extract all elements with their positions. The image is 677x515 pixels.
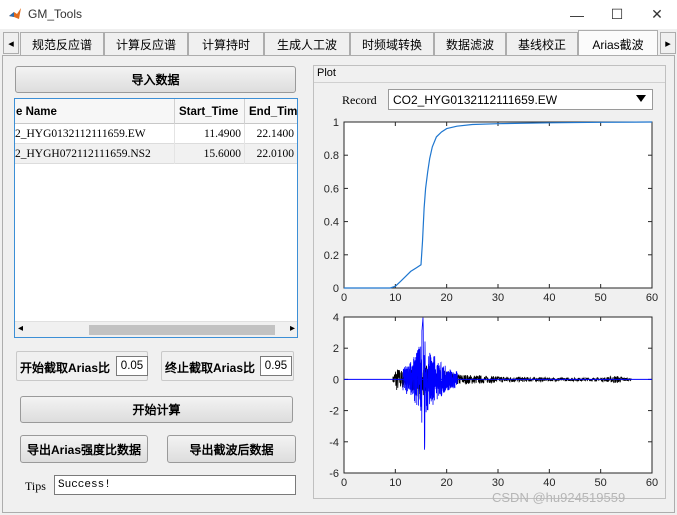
scroll-left-arrow-icon[interactable]: ◂ bbox=[18, 323, 23, 334]
record-label: Record bbox=[342, 93, 377, 107]
x-tick-label: 0 bbox=[341, 292, 347, 304]
table-horizontal-scrollbar[interactable]: ◂ ▸ bbox=[15, 321, 297, 337]
x-tick-label: 40 bbox=[543, 477, 555, 489]
x-tick-label: 0 bbox=[341, 477, 347, 489]
plot-area bbox=[343, 121, 653, 289]
y-tick-label: -2 bbox=[329, 406, 339, 418]
x-tick-label: 60 bbox=[646, 292, 658, 304]
tab-arias-cut[interactable]: Arias截波 bbox=[578, 30, 658, 57]
y-tick-label: 2 bbox=[333, 343, 339, 355]
x-tick-label: 60 bbox=[646, 477, 658, 489]
maximize-button[interactable]: ☐ bbox=[597, 0, 637, 29]
panel-divider bbox=[314, 82, 665, 83]
cell-file-name: 2_HYGH072112111659.NS2 bbox=[15, 144, 175, 164]
table-header: e Name Start_Time End_Time bbox=[15, 99, 297, 124]
x-tick-label: 40 bbox=[543, 292, 555, 304]
x-tick-label: 30 bbox=[492, 477, 504, 489]
start-compute-button[interactable]: 开始计算 bbox=[20, 396, 293, 423]
cell-end-time: 22.0100 bbox=[245, 144, 297, 164]
x-tick-label: 50 bbox=[595, 477, 607, 489]
start-ratio-label: 开始截取Arias比 bbox=[20, 361, 111, 375]
close-button[interactable]: ✕ bbox=[637, 0, 677, 29]
y-tick-label: 0.4 bbox=[324, 217, 339, 229]
y-tick-label: -6 bbox=[329, 468, 339, 480]
x-tick-label: 20 bbox=[441, 477, 453, 489]
record-select-value: CO2_HYG0132112111659.EW bbox=[393, 92, 558, 107]
cell-start-time: 11.4900 bbox=[175, 124, 245, 144]
x-tick-label: 10 bbox=[389, 477, 401, 489]
y-tick-label: 0 bbox=[333, 283, 339, 295]
y-tick-label: 0.6 bbox=[324, 183, 339, 195]
chevron-down-icon[interactable] bbox=[636, 95, 646, 102]
start-ratio-input[interactable]: 0.05 bbox=[116, 356, 148, 376]
cell-start-time: 15.6000 bbox=[175, 144, 245, 164]
import-data-button[interactable]: 导入数据 bbox=[15, 66, 296, 93]
watermark: CSDN @hu924519559 bbox=[492, 490, 626, 505]
tab-scroll-left-button[interactable]: ◂ bbox=[3, 32, 19, 54]
tab-calc-response-spectrum[interactable]: 计算反应谱 bbox=[104, 32, 188, 56]
tab-calc-duration[interactable]: 计算持时 bbox=[188, 32, 264, 56]
tab-scroll-right-button[interactable]: ▸ bbox=[660, 32, 676, 54]
tab-strip: ◂ 规范反应谱 计算反应谱 计算持时 生成人工波 时频域转换 数据滤波 基线校正… bbox=[0, 30, 677, 57]
waveform-chart: 0 10 20 30 40 50 60 -6 -4 -2 0 2 4 bbox=[329, 312, 658, 489]
plot-panel-title: Plot bbox=[317, 67, 336, 79]
y-tick-label: 0 bbox=[333, 374, 339, 386]
x-tick-label: 20 bbox=[441, 292, 453, 304]
scroll-right-arrow-icon[interactable]: ▸ bbox=[290, 323, 295, 334]
x-tick-label: 50 bbox=[595, 292, 607, 304]
y-tick-label: 0.8 bbox=[324, 150, 339, 162]
end-ratio-input[interactable]: 0.95 bbox=[260, 356, 292, 376]
export-arias-ratio-button[interactable]: 导出Arias强度比数据 bbox=[20, 435, 148, 463]
table-row[interactable]: 2_HYG0132112111659.EW 11.4900 22.1400 bbox=[15, 124, 297, 144]
x-tick-label: 30 bbox=[492, 292, 504, 304]
table-row[interactable]: 2_HYGH072112111659.NS2 15.6000 22.0100 bbox=[15, 144, 297, 164]
tips-label: Tips bbox=[25, 479, 46, 493]
tab-baseline-correction[interactable]: 基线校正 bbox=[506, 32, 578, 56]
tab-data-filter[interactable]: 数据滤波 bbox=[434, 32, 506, 56]
cell-end-time: 22.1400 bbox=[245, 124, 297, 144]
tab-time-frequency-transform[interactable]: 时频域转换 bbox=[350, 32, 434, 56]
export-cut-data-button[interactable]: 导出截波后数据 bbox=[167, 435, 296, 463]
y-tick-label: -4 bbox=[329, 437, 339, 449]
arias-ratio-chart: 0 10 20 30 40 50 60 0 0.2 0.4 0.6 0.8 1 bbox=[324, 117, 658, 304]
tab-generate-artificial-wave[interactable]: 生成人工波 bbox=[264, 32, 350, 56]
window-title: GM_Tools bbox=[28, 7, 83, 21]
column-header-end-time[interactable]: End_Time bbox=[245, 99, 297, 124]
column-header-file-name[interactable]: e Name bbox=[15, 99, 175, 124]
y-tick-label: 1 bbox=[333, 117, 339, 129]
scrollbar-thumb[interactable] bbox=[89, 325, 275, 335]
column-header-start-time[interactable]: Start_Time bbox=[175, 99, 245, 124]
y-tick-label: 0.2 bbox=[324, 250, 339, 262]
title-bar: GM_Tools — ☐ ✕ bbox=[0, 0, 677, 29]
tips-field[interactable]: Success! bbox=[54, 475, 296, 495]
plot-area bbox=[343, 316, 653, 474]
records-table[interactable]: e Name Start_Time End_Time 2_HYG01321121… bbox=[14, 98, 298, 338]
record-select[interactable]: CO2_HYG0132112111659.EW bbox=[388, 89, 653, 110]
y-tick-label: 4 bbox=[333, 312, 339, 324]
minimize-button[interactable]: — bbox=[557, 0, 597, 29]
tab-spec-response-spectrum[interactable]: 规范反应谱 bbox=[20, 32, 104, 56]
cell-file-name: 2_HYG0132112111659.EW bbox=[15, 124, 175, 144]
matlab-icon bbox=[9, 8, 21, 19]
x-tick-label: 10 bbox=[389, 292, 401, 304]
end-ratio-label: 终止截取Arias比 bbox=[165, 361, 256, 375]
